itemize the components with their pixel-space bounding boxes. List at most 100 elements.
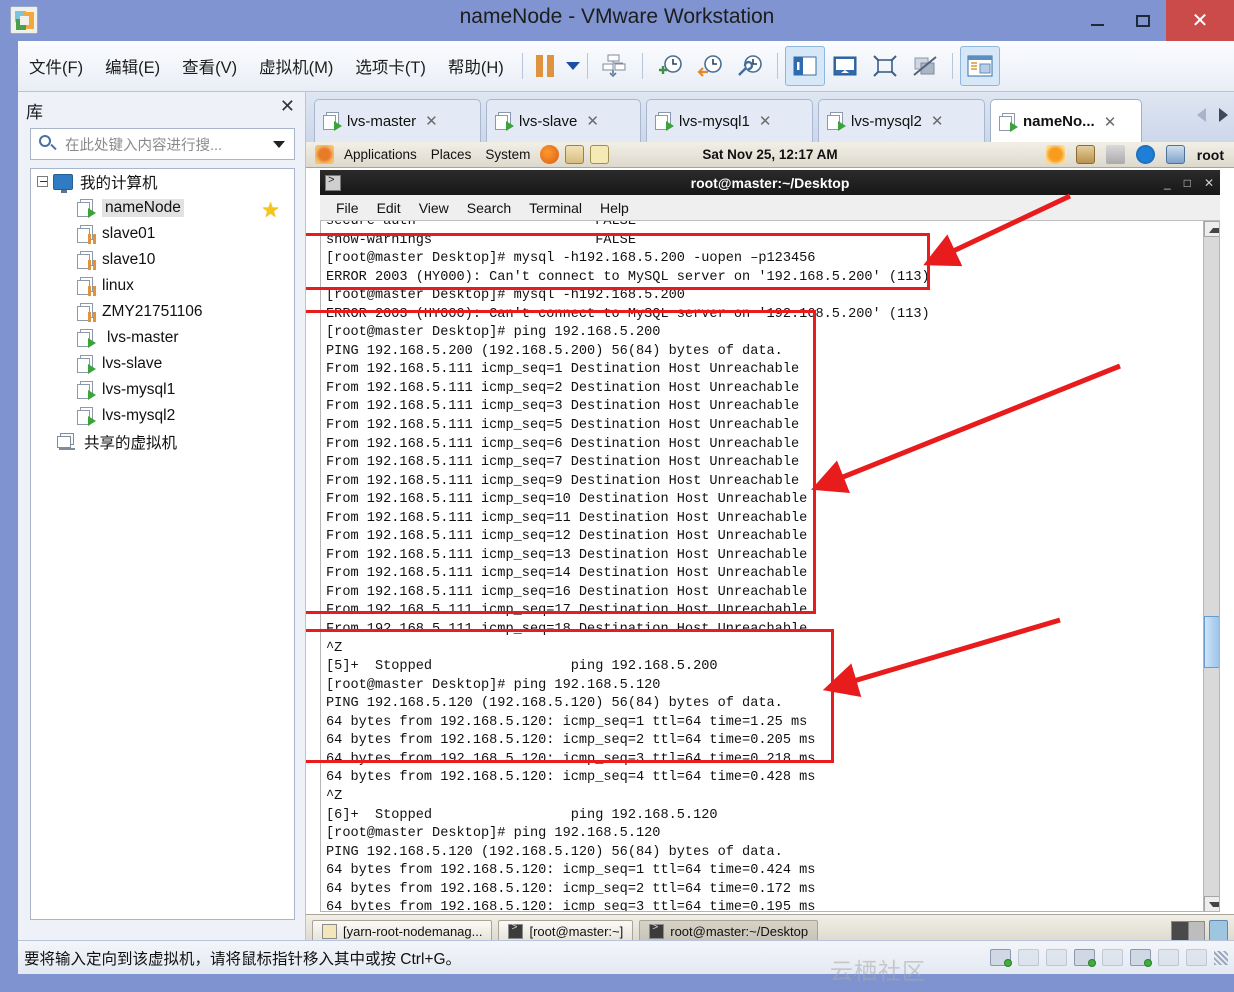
terminal-scrollbar[interactable] [1203, 221, 1219, 911]
workspace-switcher-icon[interactable] [1171, 920, 1205, 942]
vm-running-icon [77, 199, 96, 218]
title-bar: nameNode - VMware Workstation ✕ [0, 0, 1234, 41]
prev-tab-icon[interactable] [1197, 108, 1206, 122]
terminal-menu-search[interactable]: Search [459, 198, 519, 218]
tree-item-lvs-mysql1[interactable]: lvs-mysql1 [31, 377, 294, 403]
panel-username[interactable]: root [1197, 147, 1228, 163]
tree-item-lvs-slave[interactable]: lvs-slave [31, 351, 294, 377]
close-button[interactable]: ✕ [1166, 0, 1234, 41]
update-manager-icon[interactable] [1075, 145, 1095, 164]
printer-device-icon[interactable] [1158, 949, 1179, 966]
terminal-output-area[interactable]: secure-auth FALSE show-warnings FALSE [r… [320, 221, 1220, 912]
snapshot-add-icon[interactable] [650, 46, 690, 86]
tree-item-lvs-mysql2[interactable]: lvs-mysql2 [31, 403, 294, 429]
display-device-icon[interactable] [1186, 949, 1207, 966]
gnome-top-panel: Applications Places System Sat Nov 25, 1… [306, 142, 1234, 168]
menu-help[interactable]: 帮助(H) [437, 50, 515, 82]
scroll-down-icon[interactable] [1204, 896, 1219, 911]
tree-item-slave10[interactable]: slave10 [31, 247, 294, 273]
library-close-icon[interactable]: ✕ [280, 96, 295, 117]
menu-system[interactable]: System [478, 147, 537, 162]
tab-close-icon[interactable]: ✕ [1104, 113, 1117, 131]
minimize-button[interactable] [1074, 0, 1120, 41]
vm-running-icon [655, 112, 674, 131]
terminal-menu-help[interactable]: Help [592, 198, 637, 218]
tab-lvs-slave[interactable]: lvs-slave ✕ [486, 99, 641, 142]
menu-file[interactable]: 文件(F) [18, 50, 94, 82]
favorite-star-icon[interactable]: ★ [261, 198, 280, 223]
text-editor-icon[interactable] [590, 145, 610, 164]
tree-item-zmy21751106[interactable]: ZMY21751106 [31, 299, 294, 325]
tree-item-namenode[interactable]: nameNode ★ [31, 195, 294, 223]
terminal-menu-view[interactable]: View [411, 198, 457, 218]
status-message: 要将输入定向到该虚拟机，请将鼠标指针移入其中或按 Ctrl+G。 [24, 950, 462, 968]
usb-device-icon[interactable] [1102, 949, 1123, 966]
pause-icon[interactable] [535, 55, 554, 77]
tab-label: lvs-mysql1 [679, 112, 750, 130]
vm-running-icon [495, 112, 514, 131]
tab-lvs-mysql2[interactable]: lvs-mysql2 ✕ [818, 99, 985, 142]
library-search-box[interactable]: 在此处键入内容进行搜... [30, 128, 295, 160]
tab-label: lvs-mysql2 [851, 112, 922, 130]
firefox-icon[interactable] [540, 145, 560, 164]
network-icon[interactable] [1165, 145, 1185, 164]
terminal-close-button[interactable]: ✕ [1204, 176, 1214, 190]
panel-tray: root [1043, 145, 1228, 164]
snapshot-revert-icon[interactable] [690, 46, 730, 86]
scrollbar-thumb[interactable] [1204, 616, 1219, 668]
unity-mode-icon[interactable] [905, 46, 945, 86]
gnome-foot-icon[interactable] [315, 145, 334, 164]
bluetooth-icon[interactable] [1135, 145, 1155, 164]
next-tab-icon[interactable] [1219, 108, 1228, 122]
sound-card-device-icon[interactable] [1130, 949, 1152, 967]
terminal-minimize-button[interactable]: _ [1164, 176, 1171, 190]
terminal-window[interactable]: root@master:~/Desktop _ □ ✕ File Edit Vi… [320, 170, 1220, 912]
terminal-menu-file[interactable]: File [328, 198, 367, 218]
tab-close-icon[interactable]: ✕ [759, 112, 772, 130]
search-dropdown-icon[interactable] [273, 140, 285, 148]
evolution-icon[interactable] [565, 145, 585, 164]
tree-item-lvs-master[interactable]: lvs-master [31, 325, 294, 351]
menu-tabs[interactable]: 选项卡(T) [344, 50, 437, 82]
menu-edit[interactable]: 编辑(E) [94, 50, 171, 82]
scroll-up-icon[interactable] [1204, 221, 1219, 237]
console-view-icon[interactable] [959, 46, 1000, 86]
fullscreen-icon[interactable] [865, 46, 905, 86]
chevron-down-icon[interactable] [565, 62, 580, 70]
tab-close-icon[interactable]: ✕ [931, 112, 944, 130]
menu-applications[interactable]: Applications [337, 147, 424, 162]
terminal-menu-edit[interactable]: Edit [369, 198, 409, 218]
tab-close-icon[interactable]: ✕ [586, 112, 599, 130]
tree-item-linux[interactable]: linux [31, 273, 294, 299]
tab-lvs-mysql1[interactable]: lvs-mysql1 ✕ [646, 99, 813, 142]
search-input[interactable]: 在此处键入内容进行搜... [65, 134, 273, 155]
resize-grip-icon[interactable] [1214, 950, 1228, 965]
tab-namenode[interactable]: nameNo... ✕ [990, 99, 1142, 143]
hard-disk-device-icon[interactable] [990, 949, 1012, 967]
tab-lvs-master[interactable]: lvs-master ✕ [314, 99, 481, 142]
trash-icon[interactable] [1209, 920, 1228, 942]
tree-item-shared-vms[interactable]: 共享的虚拟机 [31, 429, 294, 455]
thumbnail-bar-icon[interactable] [825, 46, 865, 86]
snapshot-manager-icon[interactable] [595, 46, 635, 86]
maximize-button[interactable] [1120, 0, 1166, 41]
snapshot-wrench-icon[interactable] [730, 46, 770, 86]
menu-vm[interactable]: 虚拟机(M) [248, 50, 344, 82]
floppy-device-icon[interactable] [1046, 949, 1067, 966]
tree-item-label: 共享的虚拟机 [84, 435, 178, 452]
tree-item-my-computer[interactable]: 我的计算机 [31, 169, 294, 195]
guest-screen[interactable]: Applications Places System Sat Nov 25, 1… [306, 142, 1234, 947]
network-adapter-device-icon[interactable] [1074, 949, 1096, 967]
tree-item-label: slave01 [102, 225, 156, 242]
tab-close-icon[interactable]: ✕ [425, 112, 438, 130]
cd-dvd-device-icon[interactable] [1018, 949, 1039, 966]
menu-places[interactable]: Places [424, 147, 479, 162]
terminal-menu-terminal[interactable]: Terminal [521, 198, 590, 218]
tree-item-slave01[interactable]: slave01 [31, 221, 294, 247]
collapse-icon[interactable] [37, 176, 48, 187]
brightness-icon[interactable] [1045, 145, 1065, 164]
terminal-maximize-button[interactable]: □ [1184, 176, 1191, 190]
library-panel-icon[interactable] [784, 46, 825, 86]
volume-icon[interactable] [1105, 145, 1125, 164]
menu-view[interactable]: 查看(V) [171, 50, 248, 82]
